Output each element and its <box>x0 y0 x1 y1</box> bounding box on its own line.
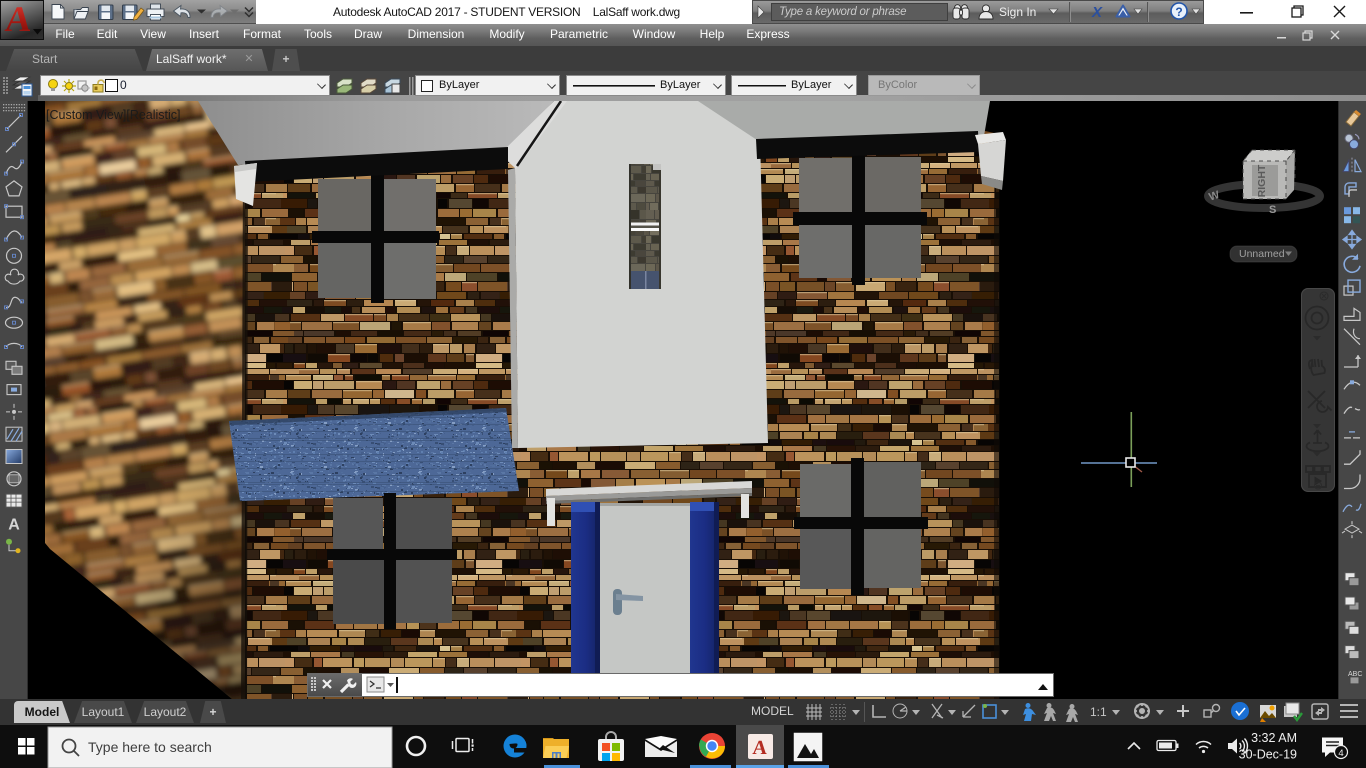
svg-text:Unnamed: Unnamed <box>1239 248 1285 260</box>
svg-text:?: ? <box>1175 5 1182 19</box>
svg-text:RIGHT: RIGHT <box>1256 164 1268 197</box>
svg-text:S: S <box>1269 204 1276 216</box>
svg-text:X: X <box>1091 4 1103 21</box>
svg-text:A: A <box>752 737 768 759</box>
svg-text:1:1: 1:1 <box>1090 705 1107 719</box>
svg-text:Type here to search: Type here to search <box>88 739 212 755</box>
svg-text:[Custom View][Realistic]: [Custom View][Realistic] <box>46 108 181 122</box>
svg-text:A: A <box>4 0 33 39</box>
svg-text:A: A <box>8 516 20 533</box>
svg-text:30-Dec-19: 30-Dec-19 <box>1239 748 1297 762</box>
svg-text:4: 4 <box>1338 748 1343 759</box>
svg-text:3:32 AM: 3:32 AM <box>1251 731 1297 745</box>
